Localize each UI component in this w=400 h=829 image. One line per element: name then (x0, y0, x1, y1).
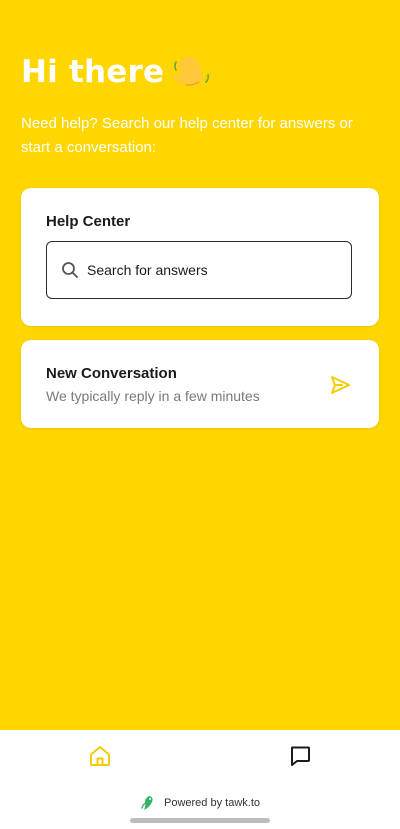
new-conversation-title: New Conversation (46, 365, 177, 382)
header-subtitle: Need help? Search our help center for an… (21, 115, 353, 156)
home-icon[interactable] (88, 744, 112, 768)
tawk-logo-icon (141, 796, 153, 810)
chat-icon[interactable] (288, 744, 312, 768)
greeting: Hi there (21, 52, 212, 92)
bottom-nav (0, 730, 400, 782)
main-panel: Hi there Need help? Search our help cent… (0, 0, 400, 730)
send-icon[interactable] (329, 374, 351, 396)
waving-hand-icon (173, 56, 210, 87)
search-icon (62, 262, 78, 278)
search-box[interactable] (46, 241, 352, 299)
help-center-title: Help Center (46, 213, 131, 230)
greeting-text: Hi there (21, 54, 165, 90)
powered-by-text: Powered by tawk.to (164, 797, 260, 809)
search-input[interactable] (85, 261, 329, 279)
help-center-card: Help Center (21, 188, 379, 326)
home-indicator[interactable] (130, 818, 270, 823)
new-conversation-card[interactable]: New Conversation We typically reply in a… (21, 340, 379, 428)
new-conversation-subtitle: We typically reply in a few minutes (46, 388, 260, 404)
